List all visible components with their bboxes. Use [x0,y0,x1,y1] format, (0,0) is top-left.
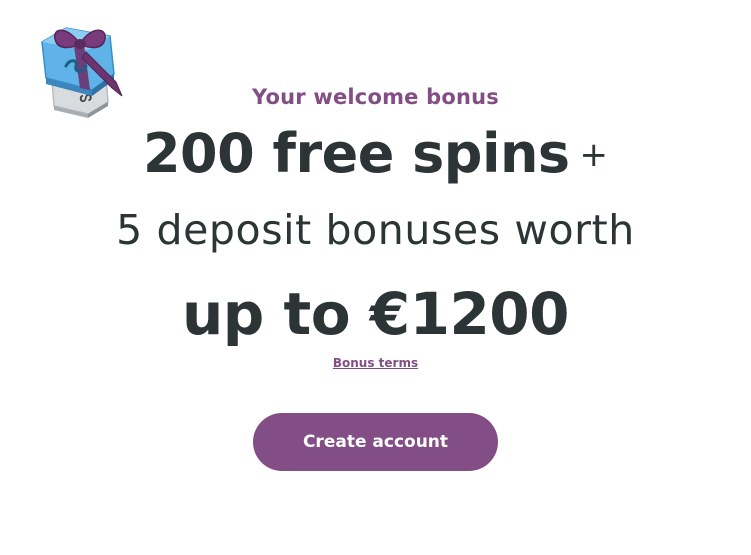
deposit-bonuses-text: 5 deposit bonuses worth [116,206,635,254]
bonus-terms-row: Bonus terms [0,356,751,370]
bonus-amount-headline: up to €1200 [181,280,570,348]
welcome-bonus-label: Your welcome bonus [252,85,499,109]
free-spins-line: 200 free spins + [0,122,751,185]
plus-sign: + [579,135,609,175]
bonus-terms-link[interactable]: Bonus terms [333,356,418,370]
create-account-button[interactable]: Create account [253,413,498,471]
free-spins-headline: 200 free spins [142,122,570,185]
